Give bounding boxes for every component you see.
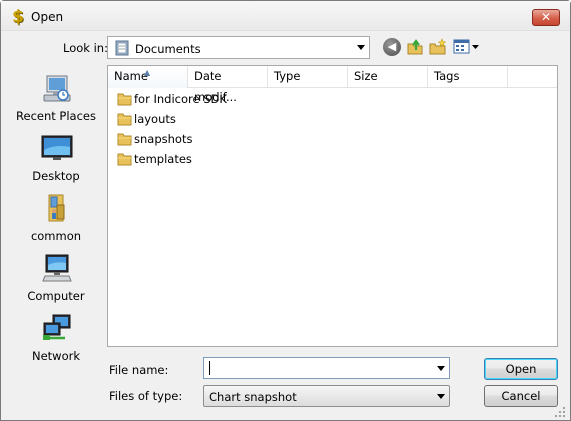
computer-icon [42, 254, 72, 282]
place-label: common [30, 229, 82, 243]
column-label: Size [354, 69, 378, 83]
place-label: Recent Places [16, 109, 96, 123]
file-name: layouts [134, 112, 176, 126]
resize-grip-icon[interactable] [554, 406, 566, 418]
file-list[interactable]: ▲ Name Date modif... Type Size Tags for … [107, 65, 558, 347]
folder-icon [117, 113, 132, 126]
up-folder-icon[interactable] [406, 38, 424, 56]
file-row[interactable]: layouts [114, 109, 314, 129]
file-name-label: File name: [109, 363, 169, 377]
file-name-input[interactable] [203, 357, 450, 379]
open-button[interactable]: Open [484, 358, 558, 380]
column-label: Name [114, 69, 148, 83]
places-bar: Recent Places Desktop common Computer Ne… [11, 63, 101, 375]
look-in-value: Documents [135, 42, 201, 56]
user-folder-icon [48, 194, 65, 222]
file-name: templates [134, 152, 192, 166]
file-type-value: Chart snapshot [209, 390, 297, 404]
file-row[interactable]: for Indicore SDK [114, 89, 314, 109]
column-type[interactable]: Type [268, 66, 348, 88]
chevron-down-icon[interactable] [437, 366, 445, 371]
text-caret [209, 361, 210, 375]
file-row[interactable]: snapshots [114, 129, 314, 149]
column-tags[interactable]: Tags [428, 66, 508, 88]
look-in-label: Look in: [63, 41, 108, 55]
look-in-combo[interactable]: Documents [107, 36, 370, 59]
back-button[interactable]: ◀ [383, 38, 401, 56]
place-label: Desktop [32, 169, 80, 183]
place-label: Network [31, 349, 81, 363]
place-desktop[interactable]: Desktop [11, 127, 101, 185]
column-size[interactable]: Size [348, 66, 428, 88]
file-name: snapshots [134, 132, 193, 146]
open-dialog: $ Open ✕ Look in: Documents ◀ Recent Pla… [0, 0, 571, 421]
close-button[interactable]: ✕ [532, 9, 560, 26]
file-type-select[interactable]: Chart snapshot [203, 385, 450, 407]
column-header: ▲ Name Date modif... Type Size Tags [108, 66, 557, 104]
chevron-down-icon[interactable] [437, 394, 445, 399]
app-dollar-icon: $ [12, 7, 24, 27]
desktop-icon [41, 135, 73, 160]
column-date-modified[interactable]: Date modif... [188, 66, 268, 104]
file-type-label: Files of type: [109, 389, 183, 403]
recent-places-icon [43, 75, 71, 102]
network-icon [43, 314, 71, 340]
window-title: Open [31, 10, 64, 24]
column-label: Tags [434, 69, 460, 83]
folder-icon [117, 93, 132, 106]
column-label: Type [274, 69, 301, 83]
new-folder-icon[interactable] [429, 38, 447, 56]
place-label: Computer [27, 289, 85, 303]
file-row[interactable]: templates [114, 149, 314, 169]
place-computer[interactable]: Computer [11, 247, 101, 305]
place-network[interactable]: Network [11, 307, 101, 365]
folder-icon [117, 153, 132, 166]
column-name[interactable]: ▲ Name [108, 66, 188, 88]
title-bar: $ Open ✕ [1, 1, 570, 31]
sort-ascending-icon: ▲ [144, 68, 151, 77]
views-menu-icon[interactable] [453, 38, 479, 56]
place-common[interactable]: common [11, 187, 101, 245]
cancel-button[interactable]: Cancel [484, 385, 558, 407]
folder-icon [117, 133, 132, 146]
file-name: for Indicore SDK [134, 92, 227, 106]
chevron-down-icon[interactable] [357, 45, 365, 50]
place-recent-places[interactable]: Recent Places [11, 67, 101, 125]
documents-folder-icon [115, 40, 129, 56]
back-arrow-icon: ◀ [387, 40, 397, 53]
